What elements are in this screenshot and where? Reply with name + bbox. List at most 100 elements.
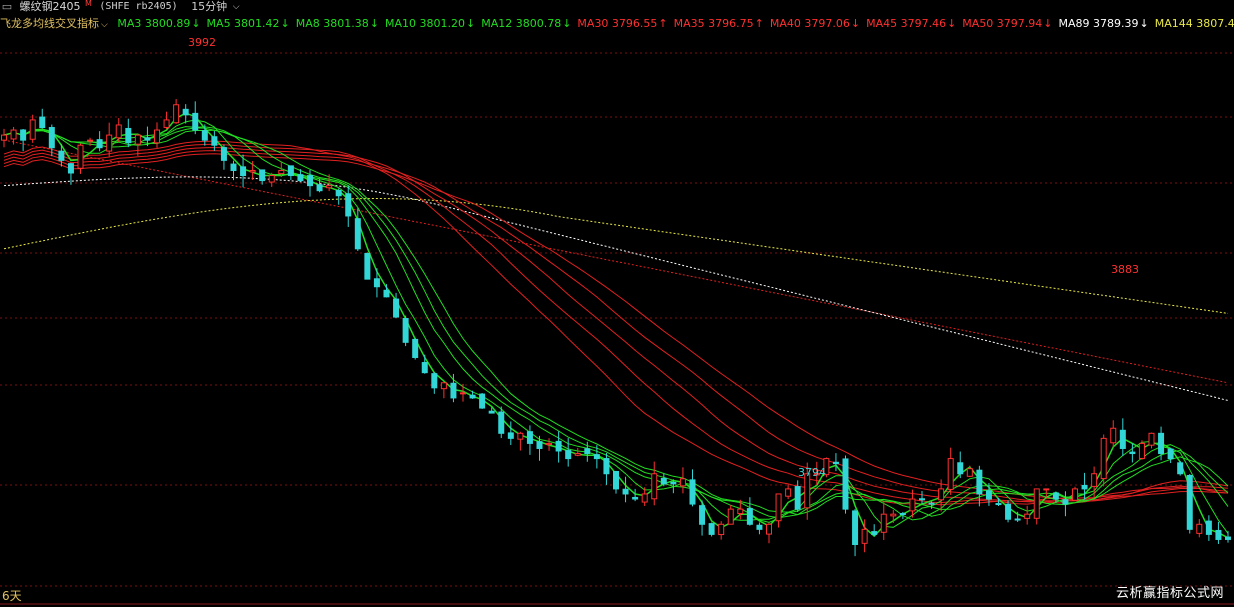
candle-bull [938,488,945,501]
candle-bear [479,393,486,409]
candle-bear [1158,432,1165,455]
candle-bear [182,108,189,116]
candle-bull [326,185,333,189]
candle-bear [96,139,103,149]
candle-bear [307,175,313,187]
candle-bull [134,134,141,145]
candle-bear [660,477,667,485]
ma89-line [3,176,1229,401]
candle-bear [335,189,342,197]
candle-bear [603,458,610,475]
candle-bear [842,458,849,510]
candle-bear [928,502,935,505]
candle-bull [727,508,734,525]
candle-bear [297,174,304,182]
candle-bear [67,163,74,174]
candle-bear [995,503,1002,506]
candle-bear [794,486,801,510]
candle-bull [966,468,973,477]
candle-bear [1205,520,1212,535]
candle-bear [498,411,505,434]
candle-bear [957,462,964,475]
candle-bear [584,448,591,455]
candle-bull [775,493,782,522]
candle-bear [507,432,514,439]
candle-bull [861,528,868,544]
candle-bear [402,318,409,343]
candle-bear [345,193,352,217]
price-annotation: 3794 [798,466,826,479]
candle-bull [29,119,36,140]
candle-bull [517,432,524,440]
candle-bull [1100,437,1107,480]
candle-bear [1225,536,1231,540]
red-ma-line-2 [3,146,1229,504]
candle-bull [1196,523,1203,534]
candle-bull [679,478,686,487]
green-ma-line-2 [3,126,1229,523]
period-count-label: 6天 [2,589,22,603]
candle-bull [10,129,17,140]
candle-bear [58,150,65,161]
candle-bear [20,129,27,141]
candle-bull [106,134,113,152]
candle-bear [230,163,237,171]
candle-bull [1043,488,1050,491]
candle-bear [1129,451,1136,455]
candle-bear [1177,462,1184,475]
candle-bear [832,461,839,465]
candle-bear [373,278,380,288]
candle-bear [526,431,533,444]
candle-bear [976,469,983,495]
candle-bull [1,134,7,141]
red-ma-line-1 [3,143,1229,505]
candle-bear [593,454,600,460]
candle-bear [488,410,495,414]
candle-bull [268,175,275,183]
red-ma-line-3 [3,150,1229,502]
ema576-line [3,139,1229,384]
candle-bull [77,144,84,169]
candle-bear [1052,492,1059,500]
candle-bear [1119,429,1126,449]
candle-bear [192,112,199,131]
candle-bear [689,479,696,505]
candle-bear [211,136,218,146]
candle-bull [1072,488,1078,501]
candle-bear [354,218,361,250]
candle-bear [1014,518,1021,521]
candle-bull [947,458,954,490]
candle-bull [1033,488,1040,519]
candle-bull [880,513,887,533]
candle-bull [718,523,725,536]
candle-bear [756,524,763,530]
candle-bull [546,442,553,446]
candle-bear [259,169,266,182]
candle-bear [708,523,715,535]
candle-bear [622,488,629,495]
candle-bull [173,104,180,124]
watermark-text: 云析赢指标公式网 [1115,586,1224,601]
candle-bear [852,510,859,546]
candle-bear [670,481,677,485]
candle-bull [440,382,447,390]
candle-bear [144,137,151,141]
chart-window: ▭ 螺纹钢2405 M (SHFE rb2405) 15分钟 ⌵ 飞龙多均线交叉… [0,0,1234,607]
candle-bear [985,490,992,500]
candle-bear [613,471,619,490]
candle-bear [364,252,371,280]
candle-bear [1167,448,1174,460]
candle-bear [39,116,46,129]
candle-bull [1148,432,1155,446]
candle-bear [240,166,247,177]
candle-bear [469,394,476,399]
candle-bull [460,392,466,395]
candle-bear [1215,529,1222,540]
candle-bear [699,505,706,525]
price-annotation: 3883 [1111,263,1139,276]
candle-bull [909,498,916,512]
candlestick-chart[interactable]: 3992 3883 3794 [0,0,1234,607]
candle-bull [766,523,772,535]
candle-bear [565,450,572,460]
candle-bear [316,184,323,192]
